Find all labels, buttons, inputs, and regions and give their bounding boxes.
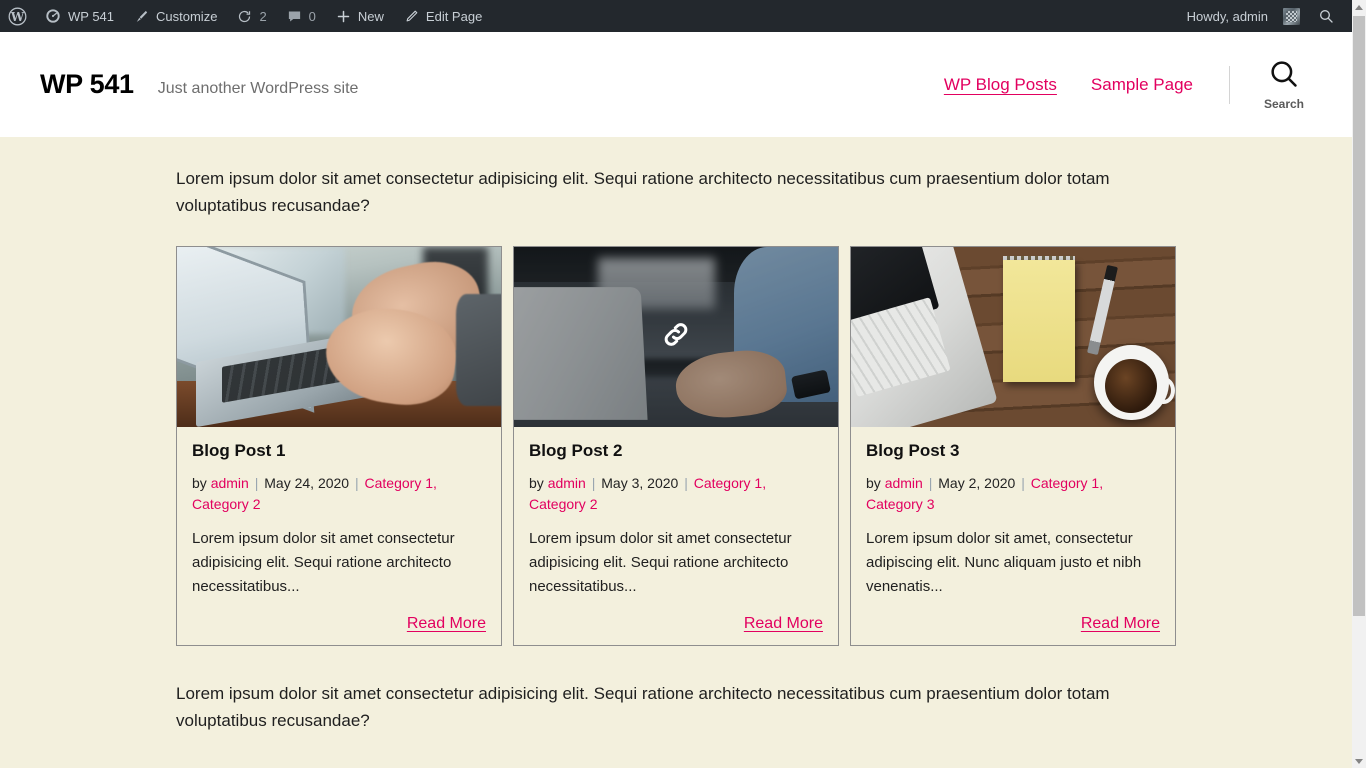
read-more-link[interactable]: Read More xyxy=(407,615,486,632)
browser-viewport: W WP 541 Customize 2 0 New Edit Page How… xyxy=(0,0,1366,768)
post-read-more-wrap: Read More xyxy=(866,615,1160,635)
meta-separator: | xyxy=(591,474,596,491)
post-date: May 2, 2020 xyxy=(938,474,1016,491)
refresh-icon xyxy=(237,9,252,24)
post-author-link[interactable]: admin xyxy=(885,475,923,491)
scroll-down-arrow-icon[interactable] xyxy=(1352,754,1366,768)
post-by-label: by xyxy=(529,474,544,491)
intro-paragraph: Lorem ipsum dolor sit amet consectetur a… xyxy=(176,169,1110,216)
post-date: May 3, 2020 xyxy=(601,474,679,491)
admin-bar-wp-logo-item[interactable]: W xyxy=(0,0,35,32)
avatar xyxy=(1283,7,1300,25)
post-card-body: Blog Post 1 by admin | May 24, 2020 | Ca… xyxy=(177,427,501,644)
wp-admin-bar: W WP 541 Customize 2 0 New Edit Page How… xyxy=(0,0,1352,32)
nav-item-wp-blog-posts[interactable]: WP Blog Posts xyxy=(944,75,1057,95)
outro-paragraph: Lorem ipsum dolor sit amet consectetur a… xyxy=(176,683,1110,730)
admin-bar-edit-page-label: Edit Page xyxy=(425,8,483,24)
read-more-link[interactable]: Read More xyxy=(744,615,823,632)
admin-bar-left-group: W WP 541 Customize 2 0 New Edit Page xyxy=(0,0,492,32)
meta-separator: | xyxy=(254,474,259,491)
desk-flatlay-notepad-coffee-photo xyxy=(851,247,1175,428)
comment-bubble-icon xyxy=(287,9,302,24)
meta-separator: | xyxy=(354,474,359,491)
dashboard-speedometer-icon xyxy=(45,8,61,24)
post-by-label: by xyxy=(866,474,881,491)
admin-bar-howdy-label: Howdy, admin xyxy=(1186,8,1268,24)
post-thumbnail-link[interactable] xyxy=(177,247,501,428)
post-author-link[interactable]: admin xyxy=(548,475,586,491)
post-read-more-wrap: Read More xyxy=(529,615,823,635)
admin-bar-site-name-label: WP 541 xyxy=(68,8,115,24)
admin-bar-right-group: Howdy, admin xyxy=(1179,0,1352,32)
post-title[interactable]: Blog Post 3 xyxy=(866,441,1160,461)
post-card-body: Blog Post 3 by admin | May 2, 2020 | Cat… xyxy=(851,427,1175,644)
wordpress-logo-icon: W xyxy=(8,7,27,26)
blog-post-card: Blog Post 3 by admin | May 2, 2020 | Cat… xyxy=(850,246,1176,646)
post-excerpt: Lorem ipsum dolor sit amet consectetur a… xyxy=(529,529,792,595)
header-right-area: WP Blog Posts Sample Page Search xyxy=(944,58,1312,111)
admin-bar-updates-count: 2 xyxy=(259,8,267,24)
post-meta: by admin | May 24, 2020 | Category 1, Ca… xyxy=(192,473,486,515)
page-content: Lorem ipsum dolor sit amet consectetur a… xyxy=(0,137,1352,768)
search-icon xyxy=(1268,58,1300,95)
site-branding: WP 541 Just another WordPress site xyxy=(40,71,358,98)
svg-text:W: W xyxy=(10,9,25,23)
plus-icon xyxy=(336,9,351,24)
blog-post-card-grid: Blog Post 1 by admin | May 24, 2020 | Ca… xyxy=(176,246,1176,646)
admin-bar-edit-page[interactable]: Edit Page xyxy=(394,0,492,32)
person-in-blue-shirt-at-laptop-photo xyxy=(514,247,838,428)
post-title[interactable]: Blog Post 2 xyxy=(529,441,823,461)
post-read-more-wrap: Read More xyxy=(192,615,486,635)
post-thumbnail-link[interactable] xyxy=(514,247,838,428)
blog-post-card: Blog Post 2 by admin | May 3, 2020 | Cat… xyxy=(513,246,839,646)
read-more-link[interactable]: Read More xyxy=(1081,615,1160,632)
search-toggle-button[interactable]: Search xyxy=(1256,58,1312,111)
post-card-body: Blog Post 2 by admin | May 3, 2020 | Cat… xyxy=(514,427,838,644)
post-excerpt: Lorem ipsum dolor sit amet consectetur a… xyxy=(192,529,455,595)
admin-bar-site-name[interactable]: WP 541 xyxy=(35,0,124,32)
site-description: Just another WordPress site xyxy=(157,80,359,97)
meta-separator: | xyxy=(928,474,933,491)
post-by-label: by xyxy=(192,474,207,491)
nav-item-sample-page[interactable]: Sample Page xyxy=(1091,75,1193,95)
primary-navigation: WP Blog Posts Sample Page xyxy=(944,75,1193,95)
post-meta: by admin | May 3, 2020 | Category 1, Cat… xyxy=(529,473,823,515)
post-date: May 24, 2020 xyxy=(264,474,350,491)
pencil-icon xyxy=(404,9,419,24)
site-header: WP 541 Just another WordPress site WP Bl… xyxy=(0,32,1352,137)
vertical-scrollbar[interactable] xyxy=(1352,0,1366,768)
admin-bar-my-account[interactable]: Howdy, admin xyxy=(1179,0,1308,32)
search-icon xyxy=(1318,8,1334,24)
admin-bar-comments-count: 0 xyxy=(308,8,316,24)
post-title[interactable]: Blog Post 1 xyxy=(192,441,486,461)
admin-bar-customize-label: Customize xyxy=(156,8,218,24)
post-thumbnail-link[interactable] xyxy=(851,247,1175,428)
hands-typing-on-laptop-photo xyxy=(177,247,501,428)
content-container: Lorem ipsum dolor sit amet consectetur a… xyxy=(176,137,1176,734)
admin-bar-new-label: New xyxy=(357,8,384,24)
admin-bar-customize[interactable]: Customize xyxy=(124,0,227,32)
site-title[interactable]: WP 541 xyxy=(40,71,134,98)
meta-separator: | xyxy=(1021,474,1025,491)
post-author-link[interactable]: admin xyxy=(211,475,249,491)
blog-post-card: Blog Post 1 by admin | May 24, 2020 | Ca… xyxy=(176,246,502,646)
admin-bar-new-content[interactable]: New xyxy=(326,0,394,32)
admin-bar-comments[interactable]: 0 xyxy=(277,0,326,32)
meta-separator: | xyxy=(684,474,688,491)
admin-bar-updates[interactable]: 2 xyxy=(227,0,276,32)
admin-bar-search-button[interactable] xyxy=(1308,0,1346,32)
post-meta: by admin | May 2, 2020 | Category 1, Cat… xyxy=(866,473,1160,515)
scrollbar-thumb[interactable] xyxy=(1353,16,1365,616)
paintbrush-icon xyxy=(134,9,149,24)
scroll-up-arrow-icon[interactable] xyxy=(1352,0,1366,14)
search-toggle-label: Search xyxy=(1263,97,1305,111)
post-excerpt: Lorem ipsum dolor sit amet, consectetur … xyxy=(866,529,1142,595)
header-divider xyxy=(1229,65,1230,104)
